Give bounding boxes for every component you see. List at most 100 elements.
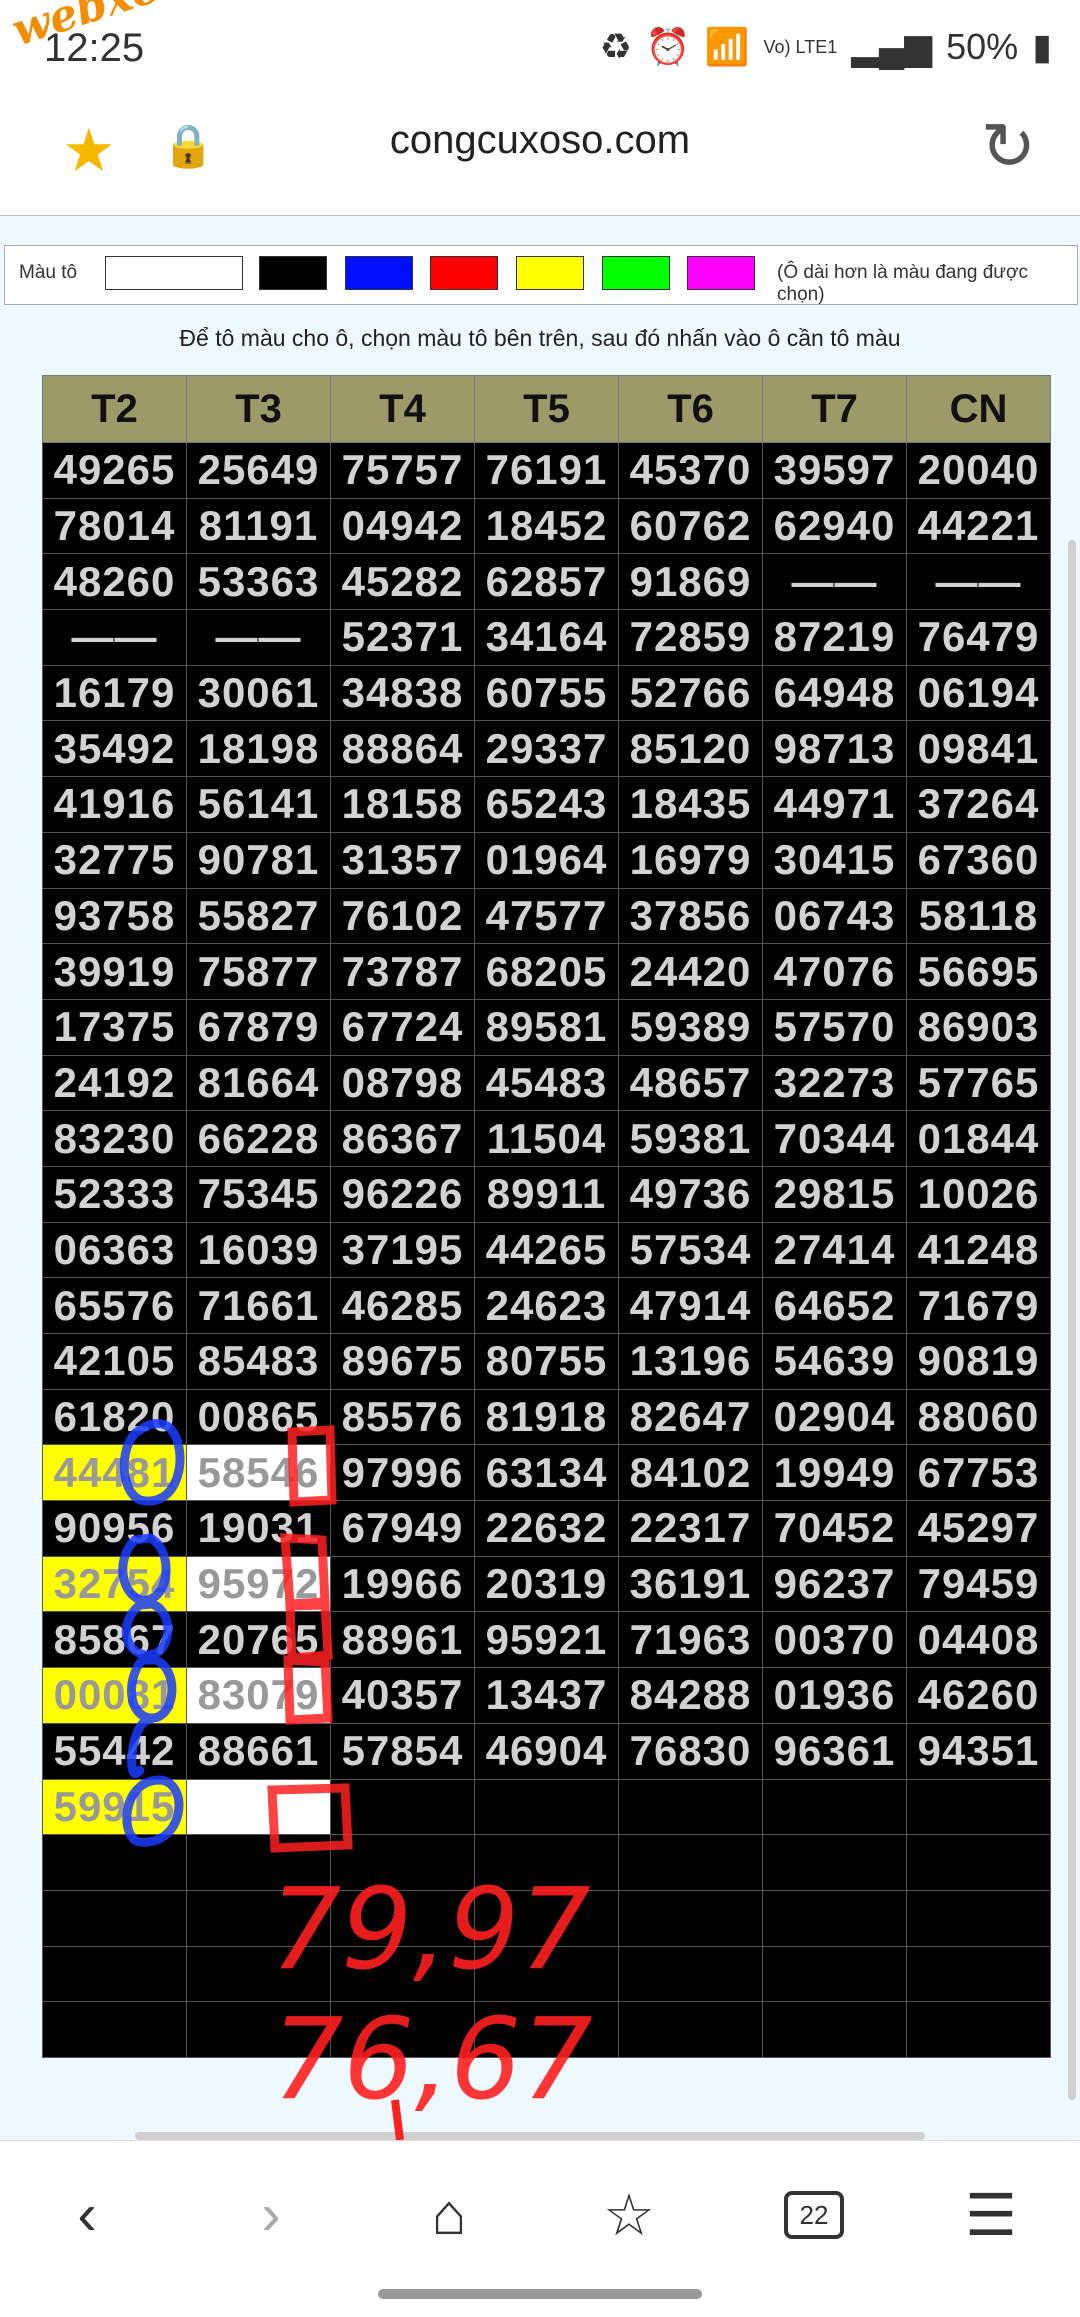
table-cell[interactable]: 95972 [186,1555,331,1613]
table-cell[interactable]: 29337 [474,720,619,778]
table-cell[interactable]: 88961 [330,1611,475,1669]
table-cell[interactable]: 86367 [330,1110,475,1167]
table-cell[interactable]: 00865 [186,1388,331,1446]
table-cell[interactable]: 87219 [762,609,907,666]
table-cell[interactable]: 52766 [618,664,763,722]
table-cell[interactable] [906,1778,1051,1836]
table-cell[interactable]: 67949 [330,1500,475,1557]
table-cell[interactable]: 45483 [474,1054,619,1112]
table-cell[interactable]: 34838 [330,664,475,722]
table-cell[interactable]: 49736 [618,1165,763,1223]
table-cell[interactable] [186,1834,331,1891]
table-cell[interactable]: 59915 [42,1778,187,1836]
table-cell[interactable]: 18435 [618,776,763,833]
table-cell[interactable]: 89581 [474,998,619,1056]
table-cell[interactable]: 67879 [186,998,331,1056]
table-cell[interactable]: 08798 [330,1054,475,1112]
table-cell[interactable]: 13196 [618,1333,763,1390]
table-cell[interactable]: 84102 [618,1444,763,1502]
table-cell[interactable]: —— [906,553,1051,611]
table-cell[interactable]: 16979 [618,831,763,889]
table-cell[interactable]: 56695 [906,943,1051,1000]
table-cell[interactable]: 85576 [330,1388,475,1446]
table-cell[interactable] [762,1834,907,1891]
menu-icon[interactable]: ☰ [946,2181,1036,2249]
table-cell[interactable]: —— [42,609,187,666]
table-cell[interactable] [906,1945,1051,2003]
table-cell[interactable]: 57854 [330,1722,475,1780]
table-cell[interactable]: 47577 [474,887,619,945]
table-cell[interactable]: 85483 [186,1333,331,1390]
table-cell[interactable]: 17375 [42,998,187,1056]
table-cell[interactable]: 60762 [618,497,763,555]
table-cell[interactable]: 70452 [762,1500,907,1557]
table-cell[interactable]: 06363 [42,1221,187,1279]
table-cell[interactable]: 64948 [762,664,907,722]
table-cell[interactable]: 80755 [474,1333,619,1390]
table-cell[interactable]: 72859 [618,609,763,666]
table-cell[interactable]: 81918 [474,1388,619,1446]
table-cell[interactable]: 44971 [762,776,907,833]
table-cell[interactable]: 76479 [906,609,1051,666]
table-cell[interactable]: 47914 [618,1277,763,1334]
table-cell[interactable] [42,1834,187,1891]
table-cell[interactable]: 20765 [186,1611,331,1669]
table-cell[interactable] [330,1778,475,1836]
table-cell[interactable]: 75877 [186,943,331,1000]
table-cell[interactable]: 88060 [906,1388,1051,1446]
table-cell[interactable]: 83230 [42,1110,187,1167]
table-cell[interactable]: 93758 [42,887,187,945]
table-cell[interactable] [618,1778,763,1836]
color-swatch-2[interactable] [345,256,413,290]
table-cell[interactable]: 45297 [906,1500,1051,1557]
table-cell[interactable]: 75345 [186,1165,331,1223]
table-cell[interactable]: 44265 [474,1221,619,1279]
table-cell[interactable]: 55827 [186,887,331,945]
table-cell[interactable]: 95921 [474,1611,619,1669]
table-cell[interactable]: 71963 [618,1611,763,1669]
color-swatch-4[interactable] [516,256,584,290]
table-cell[interactable] [618,2001,763,2058]
color-swatch-3[interactable] [430,256,498,290]
horizontal-scrollbar[interactable] [135,2132,925,2140]
table-cell[interactable]: 20040 [906,442,1051,499]
table-cell[interactable]: 53363 [186,553,331,611]
table-cell[interactable] [186,1945,331,2003]
table-cell[interactable]: 88661 [186,1722,331,1780]
table-cell[interactable] [186,2001,331,2058]
table-cell[interactable]: 65243 [474,776,619,833]
table-cell[interactable]: 01844 [906,1110,1051,1167]
table-cell[interactable]: 25649 [186,442,331,499]
table-cell[interactable] [906,1834,1051,1891]
table-cell[interactable]: 44221 [906,497,1051,555]
bookmarks-star-icon[interactable]: ☆ [584,2181,674,2249]
table-cell[interactable]: 41916 [42,776,187,833]
back-icon[interactable]: ‹ [42,2181,132,2248]
table-cell[interactable]: 41248 [906,1221,1051,1279]
table-cell[interactable]: 52371 [330,609,475,666]
table-cell[interactable]: 01936 [762,1667,907,1724]
table-cell[interactable]: 55442 [42,1722,187,1780]
reload-icon[interactable]: ↻ [981,108,1036,185]
table-cell[interactable]: 13437 [474,1667,619,1724]
home-icon[interactable]: ⌂ [404,2181,494,2248]
table-cell[interactable]: 04408 [906,1611,1051,1669]
table-cell[interactable]: 36191 [618,1555,763,1613]
table-cell[interactable]: —— [186,609,331,666]
table-cell[interactable]: 27414 [762,1221,907,1279]
table-cell[interactable] [186,1889,331,1947]
table-cell[interactable]: 71679 [906,1277,1051,1334]
table-cell[interactable]: 24420 [618,943,763,1000]
table-cell[interactable]: 66228 [186,1110,331,1167]
table-cell[interactable]: 98713 [762,720,907,778]
table-cell[interactable]: 78014 [42,497,187,555]
table-cell[interactable] [618,1834,763,1891]
table-cell[interactable]: 86903 [906,998,1051,1056]
table-cell[interactable]: 91869 [618,553,763,611]
color-swatch-5[interactable] [602,256,670,290]
table-cell[interactable]: 54639 [762,1333,907,1390]
table-cell[interactable]: 46260 [906,1667,1051,1724]
table-cell[interactable]: 57765 [906,1054,1051,1112]
table-cell[interactable]: 40357 [330,1667,475,1724]
table-cell[interactable]: 81191 [186,497,331,555]
